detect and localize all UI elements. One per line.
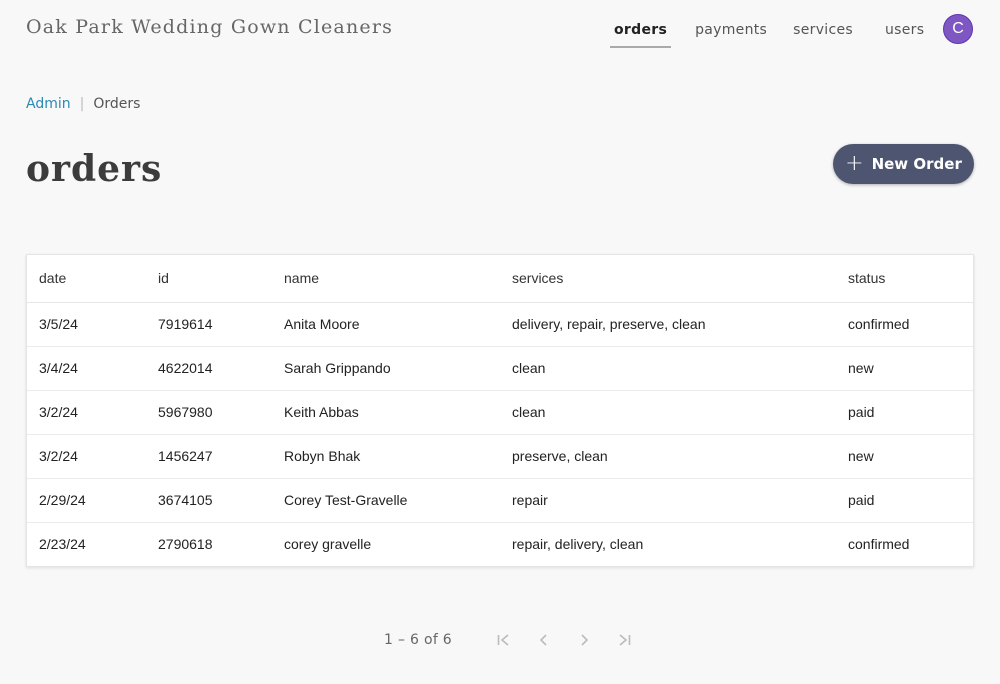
nav-services[interactable]: services (789, 20, 857, 46)
cell-name: Robyn Bhak (272, 434, 500, 479)
cell-name: Corey Test-Gravelle (272, 478, 500, 523)
nav-users[interactable]: users (881, 20, 928, 46)
breadcrumb-admin-link[interactable]: Admin (26, 96, 71, 112)
pagination: 1 – 6 of 6 (384, 628, 644, 652)
breadcrumb-separator: | (79, 96, 85, 112)
nav-payments[interactable]: payments (691, 20, 771, 46)
cell-status: paid (836, 478, 973, 523)
page-title: orders (26, 148, 163, 190)
user-avatar[interactable]: C (943, 14, 973, 44)
column-header-id[interactable]: id (146, 255, 272, 303)
cell-date: 2/23/24 (39, 536, 86, 553)
breadcrumb: Admin | Orders (26, 96, 140, 112)
nav-orders[interactable]: orders (610, 20, 672, 48)
cell-services: clean (500, 346, 836, 391)
cell-id: 5967980 (146, 390, 272, 435)
table-row[interactable]: 2/29/24 3674105 Corey Test-Gravelle repa… (27, 478, 973, 523)
cell-services: repair, delivery, clean (512, 536, 644, 553)
cell-date: 2/29/24 (27, 478, 146, 523)
next-page-icon[interactable] (564, 628, 604, 652)
cell-name: Keith Abbas (272, 390, 500, 435)
cell-id: 4622014 (146, 346, 272, 391)
cell-id: 7919614 (146, 302, 272, 347)
new-order-label: New Order (871, 155, 962, 173)
column-header-date[interactable]: date (27, 255, 146, 303)
cell-services: clean (500, 390, 836, 435)
cell-id: 2790618 (158, 536, 213, 553)
last-page-icon[interactable] (604, 628, 644, 652)
cell-services: preserve, clean (500, 434, 836, 479)
plus-icon: + (845, 151, 864, 176)
main-nav: orders payments services users (600, 20, 928, 48)
new-order-button[interactable]: + New Order (833, 144, 974, 184)
app-title: Oak Park Wedding Gown Cleaners (26, 16, 394, 38)
cell-name: Sarah Grippando (272, 346, 500, 391)
cell-services: delivery, repair, preserve, clean (500, 302, 836, 347)
cell-status: new (836, 434, 973, 479)
cell-date: 3/2/24 (27, 434, 146, 479)
cell-name: corey gravelle (284, 536, 372, 553)
table-row[interactable]: 2/23/24 2790618 corey gravelle repair, d… (27, 522, 973, 566)
cell-status: paid (836, 390, 973, 435)
column-header-services[interactable]: services (500, 255, 836, 303)
column-header-name[interactable]: name (272, 255, 500, 303)
cell-services: repair (500, 478, 836, 523)
cell-name: Anita Moore (272, 302, 500, 347)
cell-date: 3/4/24 (27, 346, 146, 391)
cell-status: new (836, 346, 973, 391)
table-row[interactable]: 3/2/24 5967980 Keith Abbas clean paid (27, 390, 973, 435)
table-row[interactable]: 3/4/24 4622014 Sarah Grippando clean new (27, 346, 973, 391)
pagination-range: 1 – 6 of 6 (384, 632, 453, 648)
cell-date: 3/5/24 (27, 302, 146, 347)
cell-id: 1456247 (146, 434, 272, 479)
cell-date: 3/2/24 (27, 390, 146, 435)
cell-id: 3674105 (146, 478, 272, 523)
cell-status: confirmed (848, 536, 910, 553)
column-header-status[interactable]: status (836, 255, 973, 303)
breadcrumb-current: Orders (93, 96, 141, 112)
table-header-row: date id name services status (27, 255, 973, 303)
previous-page-icon[interactable] (524, 628, 564, 652)
table-row[interactable]: 3/5/24 7919614 Anita Moore delivery, rep… (27, 302, 973, 347)
cell-status: confirmed (836, 302, 973, 347)
table-row[interactable]: 3/2/24 1456247 Robyn Bhak preserve, clea… (27, 434, 973, 479)
orders-table: date id name services status 3/5/24 7919… (26, 254, 974, 567)
first-page-icon[interactable] (484, 628, 524, 652)
